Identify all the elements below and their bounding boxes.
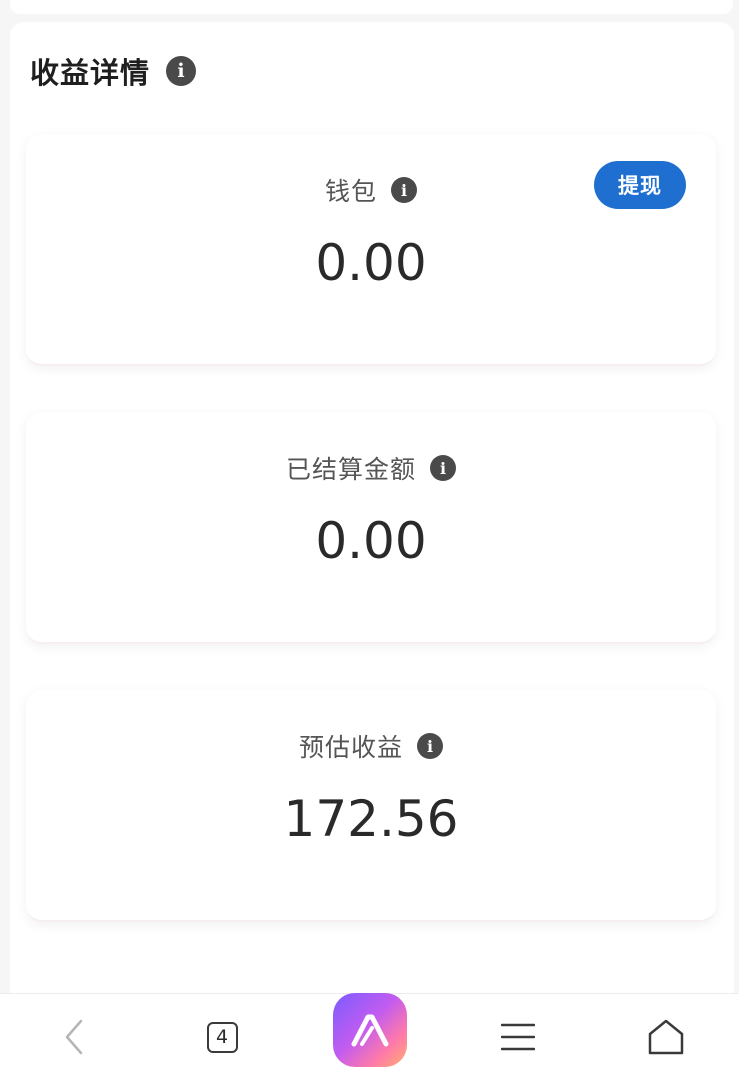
- panel-header: 收益详情 i: [30, 50, 197, 92]
- chevron-left-icon: [65, 1019, 83, 1055]
- info-icon[interactable]: i: [166, 56, 197, 86]
- estimated-earnings-value: 172.56: [283, 790, 459, 848]
- settled-amount-card: 已结算金额 i 0.00: [26, 412, 716, 644]
- settled-info-icon[interactable]: i: [430, 455, 456, 481]
- center-app-button[interactable]: [320, 993, 420, 1080]
- wallet-value: 0.00: [315, 234, 427, 292]
- app-logo-icon: [333, 993, 407, 1067]
- estimated-label-row: 预估收益 i: [26, 728, 716, 764]
- menu-button[interactable]: [488, 994, 548, 1080]
- bottom-nav: 4: [0, 993, 739, 1080]
- page-title: 收益详情: [30, 56, 151, 90]
- top-strip: [10, 0, 733, 14]
- settled-label-row: 已结算金额 i: [26, 450, 716, 486]
- wallet-info-icon[interactable]: i: [391, 177, 417, 203]
- estimated-earnings-label: 预估收益: [298, 733, 403, 762]
- estimated-info-icon[interactable]: i: [417, 733, 443, 759]
- withdraw-button[interactable]: 提现: [594, 161, 686, 209]
- logo-mark: [351, 1014, 389, 1047]
- tabs-count-icon: 4: [206, 1021, 238, 1053]
- tabs-button[interactable]: 4: [192, 994, 252, 1080]
- wallet-card: 钱包 i 提现 0.00: [26, 134, 716, 366]
- home-icon: [648, 1019, 684, 1055]
- menu-icon: [501, 1023, 535, 1051]
- settled-amount-value: 0.00: [315, 512, 427, 570]
- wallet-label: 钱包: [324, 177, 377, 206]
- home-button[interactable]: [636, 994, 696, 1080]
- back-button[interactable]: [44, 994, 104, 1080]
- estimated-earnings-card: 预估收益 i 172.56: [26, 690, 716, 922]
- settled-amount-label: 已结算金额: [285, 455, 416, 484]
- earnings-panel: 收益详情 i 钱包 i 提现 0.00 已结算金额 i 0.00 预估收益 i …: [10, 22, 734, 1022]
